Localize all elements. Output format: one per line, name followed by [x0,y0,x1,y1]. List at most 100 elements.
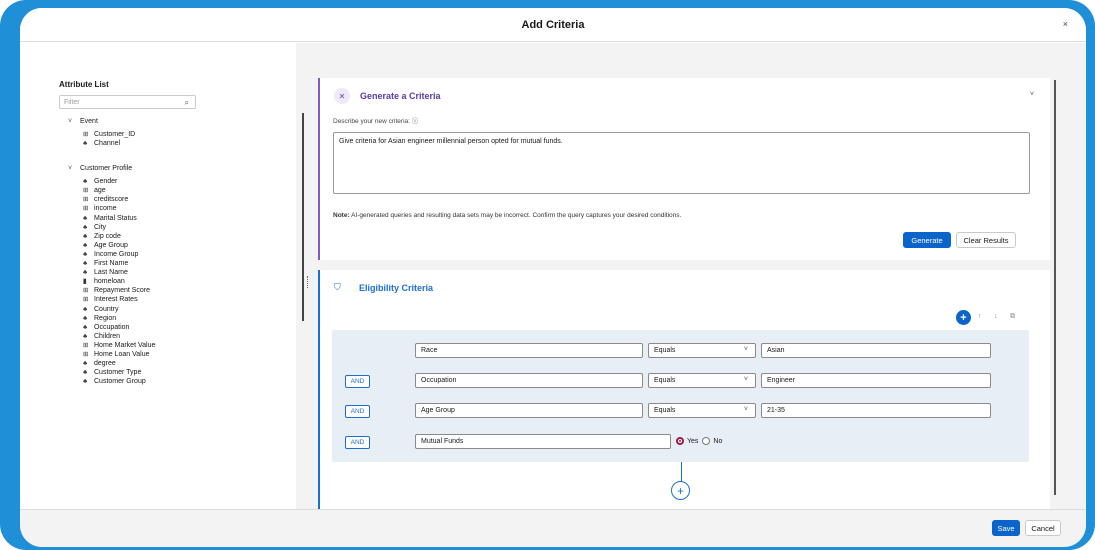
tree-item[interactable]: ⊞ Home Loan Value [68,350,155,359]
magic-wand-icon: ✕ [334,88,350,104]
clear-results-button[interactable]: Clear Results [956,232,1016,248]
radio-no[interactable] [702,437,711,445]
generate-button[interactable]: Generate [903,232,951,248]
tree-item[interactable]: ♣ Country [68,305,155,314]
number-icon: ⊞ [83,350,89,358]
tree-item[interactable]: ♣ Zip code [68,232,155,241]
tree-item[interactable]: ♣ City [68,223,155,232]
tree-group-label: Customer Profile [80,164,133,172]
number-icon: ⊞ [83,205,89,213]
chevron-down-icon: ˅ [68,117,73,125]
tree-item[interactable]: ⊞ income [68,204,155,213]
operator-select[interactable]: Equals ˅ [648,373,756,388]
number-icon: ⊞ [83,341,89,349]
text-icon: ♣ [83,232,88,240]
right-scrollbar[interactable] [1054,80,1056,495]
tree-item[interactable]: ⊞ age [68,186,155,195]
add-criteria-modal: Add Criteria × Attribute List ⌕ ˅ Event … [20,8,1086,547]
value-field[interactable]: Engineer [761,373,991,388]
generate-criteria-card: ✕ Generate a Criteria ˅ Describe your ne… [318,78,1050,260]
criteria-prompt-textarea[interactable]: Give criteria for Asian engineer millenn… [333,132,1030,194]
tree-item[interactable]: ♣ Income Group [68,250,155,259]
tree-item[interactable]: ♣ Children [68,332,155,341]
attribute-list-title: Attribute List [59,80,109,89]
text-icon: ♣ [83,360,88,368]
attribute-field[interactable]: Age Group [415,403,643,418]
number-icon: ⊞ [83,131,89,138]
attribute-field[interactable]: Mutual Funds [415,434,671,449]
tree-item-label: Occupation [94,323,130,331]
tree-item[interactable]: ♣ Region [68,314,155,323]
text-icon: ♣ [83,250,88,258]
tree-item[interactable]: ♣ Marital Status [68,214,155,223]
tree-item-label: Age Group [94,241,128,249]
attribute-field[interactable]: Occupation [415,373,643,388]
tree-item[interactable]: ♣ degree [68,359,155,368]
radio-yes[interactable] [676,437,684,445]
tree-item[interactable]: ♣ Last Name [68,268,155,277]
tree-item[interactable]: ⊞ Customer_ID [68,130,155,139]
move-down-icon[interactable]: ↓ [994,313,998,320]
value-field[interactable]: 21-35 [761,403,991,418]
chevron-down-icon[interactable]: ˅ [1030,91,1034,98]
connector-line [681,462,682,482]
move-up-icon[interactable]: ↑ [978,313,982,320]
tree-item[interactable]: ♣ First Name [68,259,155,268]
tree-item[interactable]: ⊞ creditscore [68,195,155,204]
tree-item-label: Country [94,305,119,313]
describe-label: Describe your new criteria: ⓘ [333,115,418,125]
tree-item-label: Home Market Value [94,341,156,349]
search-icon[interactable]: ⌕ [185,98,189,108]
add-condition-top-button[interactable]: + [956,310,971,325]
tree-item[interactable]: ▮ homeloan [68,277,155,286]
ai-note: Note: AI-generated queries and resulting… [333,212,681,219]
and-connector-button[interactable]: AND [345,436,370,449]
radio-yes-label: Yes [687,437,699,445]
value-field[interactable]: Asian [761,343,991,358]
tree-item-label: Zip code [94,232,121,240]
tree-item[interactable]: ♣ Gender [68,177,155,186]
operator-select[interactable]: Equals ˅ [648,403,756,418]
condition-row: AND Age Group Equals ˅ 21-35 [332,403,1029,419]
tree-item-label: Repayment Score [94,287,151,295]
tree-group-customer-profile[interactable]: ˅ Customer Profile [68,162,155,174]
operator-select[interactable]: Equals ˅ [648,343,756,358]
save-button[interactable]: Save [992,520,1020,536]
tree-item[interactable]: ⊞ Home Market Value [68,341,155,350]
left-scrollbar[interactable] [302,113,304,321]
and-connector-button[interactable]: AND [345,375,370,388]
tree-item[interactable]: ♣ Customer Group [68,377,155,386]
radio-no-label: No [713,437,723,445]
and-connector-button[interactable]: AND [345,405,370,418]
tree-group-event[interactable]: ˅ Event [68,115,155,127]
yes-no-radio-group: Yes No [676,437,726,445]
cancel-button[interactable]: Cancel [1025,520,1061,536]
operator-value: Equals [654,407,676,414]
tree-group-label: Event [80,117,98,125]
tree-item[interactable]: ⊞ Repayment Score [68,286,155,295]
text-icon: ♣ [83,214,88,222]
tree-item[interactable]: ♣ Occupation [68,323,155,332]
filter-input[interactable] [60,96,178,108]
tree-item-label: Gender [94,178,118,186]
text-icon: ♣ [83,269,88,277]
tree-item-label: age [94,187,106,195]
copy-icon[interactable]: ⧉ [1010,313,1015,321]
text-icon: ♣ [83,369,88,377]
close-icon[interactable]: × [1063,19,1068,29]
condition-row: AND Occupation Equals ˅ Engineer [332,373,1029,389]
screen-frame: Add Criteria × Attribute List ⌕ ˅ Event … [0,0,1095,550]
number-icon: ⊞ [83,187,89,195]
add-condition-button[interactable]: + [671,481,690,500]
help-icon[interactable]: ⓘ [412,118,419,125]
tree-item[interactable]: ♣ Age Group [68,241,155,250]
tree-item-label: Region [94,314,117,322]
condition-row: Race Equals ˅ Asian [332,343,1029,359]
tree-item[interactable]: ♣ Channel [68,139,155,148]
tree-item[interactable]: ♣ Customer Type [68,368,155,377]
text-icon: ♣ [83,178,88,186]
tree-item[interactable]: ⊞ Interest Rates [68,295,155,304]
text-icon: ♣ [83,378,88,386]
tree-item-label: income [94,205,117,213]
attribute-field[interactable]: Race [415,343,643,358]
